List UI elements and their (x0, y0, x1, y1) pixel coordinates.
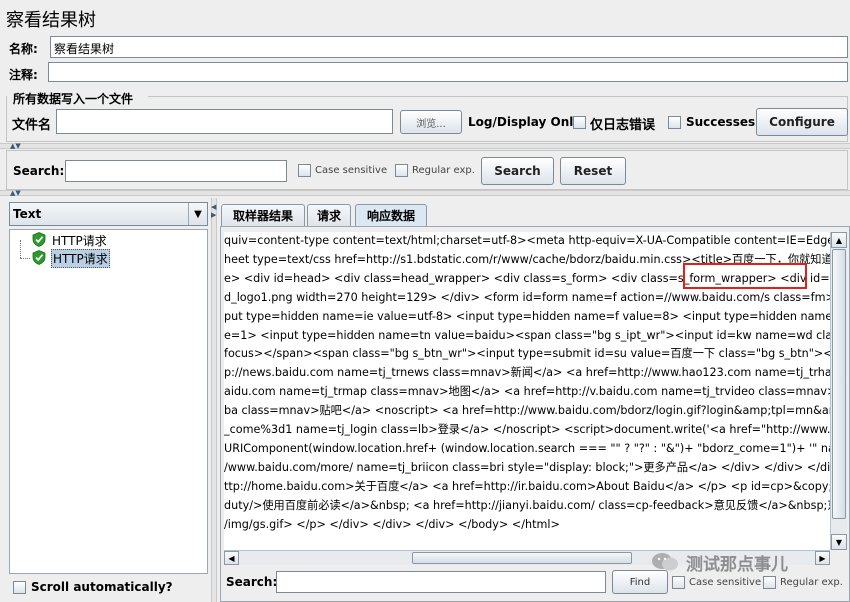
split-divider-top[interactable] (0, 143, 850, 149)
split-arrows-vertical-icon[interactable]: ◀ ▶ (211, 203, 216, 219)
wechat-icon (652, 553, 678, 571)
response-line: URIComponent(window.location.href+ (wind… (224, 441, 830, 455)
watermark: 测试那点事儿 (650, 548, 788, 576)
scroll-right-icon[interactable]: ▶ (815, 551, 830, 565)
response-line: /www.baidu.com/more/ name=tj_briicon cla… (224, 460, 830, 474)
response-line: put type=hidden name=ie value=utf-8> <in… (224, 309, 830, 323)
renderer-select-value: Text (13, 207, 42, 221)
file-section-title: 所有数据写入一个文件 (13, 92, 134, 106)
errors-only-label: 仅日志错误 (590, 118, 656, 133)
tab-request[interactable]: 请求 (307, 204, 351, 226)
case-sensitive-label: Case sensitive (315, 165, 388, 176)
configure-button-label: Configure (769, 115, 835, 129)
tree-item-label: HTTP请求 (52, 234, 107, 248)
response-line: d_logo1.png width=270 height=129> </div>… (224, 290, 830, 304)
response-line: p://news.baidu.com name=tj_trnews class=… (224, 366, 830, 380)
success-shield-icon (32, 250, 46, 265)
response-line: _come%3d1 name=tj_login class=lb>登录</a> … (224, 423, 830, 437)
tab-label: 请求 (316, 209, 341, 223)
response-line: aidu.com name=tj_trmap class=mnav>地图</a>… (224, 385, 830, 399)
bottom-regex-checkbox[interactable] (763, 576, 776, 589)
tab-response-data[interactable]: 响应数据 (355, 204, 427, 226)
bottom-case-sensitive-label: Case sensitive (689, 577, 762, 588)
tab-sampler-result[interactable]: 取样器结果 (221, 204, 305, 226)
tree-connector-h (20, 258, 30, 260)
scroll-left-icon[interactable]: ◀ (224, 551, 239, 565)
tree-item-label: HTTP请求 (51, 249, 110, 268)
search-input[interactable] (65, 160, 287, 182)
search-button-label: Search (494, 164, 541, 178)
configure-button[interactable]: Configure (756, 108, 848, 136)
bottom-case-sensitive-checkbox[interactable] (672, 576, 685, 589)
tree-connector (20, 240, 22, 258)
chevron-down-icon: ▼ (188, 203, 207, 225)
split-arrows-icon-2[interactable]: ▲▼ (10, 190, 21, 197)
regex-checkbox[interactable] (395, 164, 408, 177)
response-line: duty/>使用百度前必读</a>&nbsp; <a href=http://j… (224, 498, 830, 512)
scroll-down-icon[interactable]: ▼ (831, 534, 847, 550)
bottom-search-input[interactable] (276, 571, 606, 593)
log-display-label: Log/Display Only: (468, 115, 586, 129)
successes-checkbox[interactable] (668, 116, 681, 129)
search-label: Search: (13, 164, 65, 178)
regex-label: Regular exp. (412, 165, 475, 176)
scroll-auto-checkbox[interactable] (13, 581, 26, 594)
errors-only-checkbox[interactable] (573, 116, 586, 129)
vertical-scroll-thumb[interactable] (832, 249, 846, 519)
split-arrows-icon[interactable]: ▲▼ (10, 143, 21, 150)
case-sensitive-checkbox[interactable] (298, 164, 311, 177)
split-divider-middle[interactable] (0, 190, 850, 196)
name-field-value: 察看结果树 (54, 42, 115, 56)
reset-button[interactable]: Reset (560, 157, 626, 185)
filename-input[interactable] (56, 109, 393, 134)
response-line: ttp://home.baidu.com>关于百度</a> <a href=ht… (224, 479, 830, 493)
search-button[interactable]: Search (481, 157, 554, 185)
file-section-line (148, 96, 848, 97)
name-field[interactable]: 察看结果树 (50, 36, 848, 58)
browse-button-label: 浏览... (416, 118, 446, 130)
scroll-up-icon[interactable]: ▲ (831, 232, 847, 248)
reset-button-label: Reset (573, 164, 613, 178)
find-button-label: Find (629, 576, 651, 588)
window-title: 察看结果树 (6, 10, 96, 31)
scroll-auto-label: Scroll automatically? (31, 580, 173, 594)
browse-button[interactable]: 浏览... (400, 110, 462, 134)
result-tree[interactable]: HTTP请求 HTTP请求 (9, 229, 208, 574)
watermark-text: 测试那点事儿 (686, 554, 788, 575)
highlight-box (683, 263, 807, 289)
response-line: e=1> <input type=hidden name=tn value=ba… (224, 328, 830, 342)
renderer-select[interactable]: Text ▼ (9, 202, 208, 226)
bottom-regex-label: Regular exp. (780, 577, 843, 588)
split-divider-vertical[interactable] (211, 198, 217, 602)
filename-label: 文件名 (12, 118, 52, 133)
tab-label: 取样器结果 (232, 209, 293, 223)
response-line: focus></span><span class="bg s_btn_wr"><… (224, 347, 830, 361)
tab-label: 响应数据 (366, 209, 415, 223)
response-line: /img/gs.gif> </p> </div> </div> </div> <… (224, 517, 560, 531)
vertical-scrollbar[interactable]: ▲ ▼ (830, 232, 847, 550)
comment-label: 注释: (9, 68, 38, 82)
horizontal-scroll-thumb[interactable] (412, 552, 632, 564)
name-label: 名称: (9, 42, 38, 56)
successes-label: Successes (686, 115, 756, 129)
response-line: ba class=mnav>贴吧</a> <noscript> <a href=… (224, 404, 830, 418)
comment-field[interactable] (48, 62, 848, 82)
response-line: quiv=content-type content=text/html;char… (224, 234, 830, 247)
success-shield-icon (32, 232, 46, 247)
bottom-search-label: Search: (226, 575, 278, 589)
